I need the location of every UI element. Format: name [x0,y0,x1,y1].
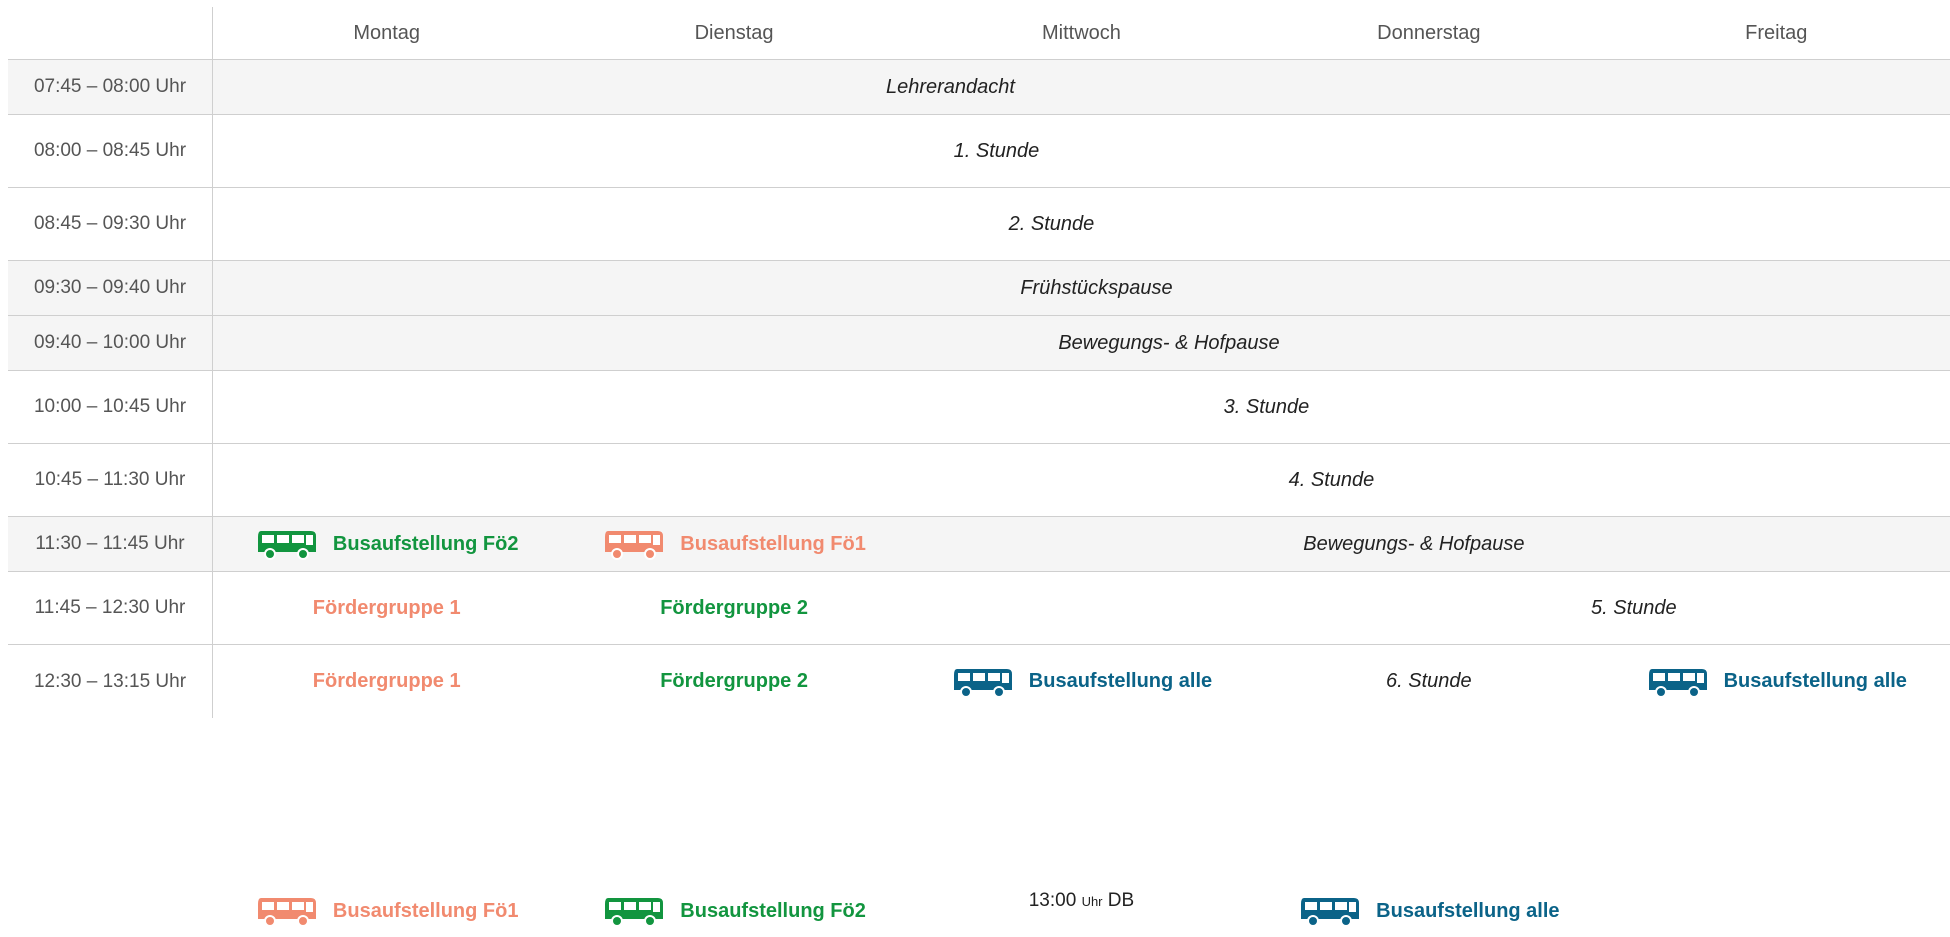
period-lehrerandacht: Lehrerandacht [213,60,1950,115]
bus-label: Busaufstellung alle [1723,670,1907,692]
freitag-cell: Busaufstellung alle [1603,645,1950,718]
header-day-donnerstag: Donnerstag [1255,7,1603,60]
montag-dismissal: Busaufstellung Fö1 [213,886,560,936]
db-note: 13:00 Uhr DB [1028,890,1135,911]
foerdergruppe-1: Fördergruppe 1 [213,572,561,645]
foerdergruppe-2: Fördergruppe 2 [660,670,808,692]
bus-label: Busaufstellung alle [1376,899,1560,922]
bus-icon [953,668,1012,698]
time-cell: 10:45 – 11:30 Uhr [8,444,213,517]
bus-icon [1301,898,1360,927]
foerdergruppe-1: Fördergruppe 1 [312,670,461,692]
bus-entry: Busaufstellung alle [1646,666,1907,698]
header-day-mittwoch: Mittwoch [907,7,1256,60]
bus-icon [257,531,316,560]
bus-label: Busaufstellung Fö2 [680,899,866,922]
time-cell: 09:40 – 10:00 Uhr [8,316,213,371]
bus-icon [605,531,664,560]
bus-entry: Busaufstellung alle [1298,895,1560,927]
mittwoch-dismissal: 13:00 Uhr DB [908,886,1255,936]
period-stunde-2: 2. Stunde [213,188,1950,261]
period-hofpause: Bewegungs- & Hofpause [907,517,1950,572]
bus-label: Busaufstellung Fö1 [332,899,519,922]
bus-label: Busaufstellung alle [1028,670,1213,692]
period-hofpause: Bewegungs- & Hofpause [213,316,1950,371]
time-cell: 08:00 – 08:45 Uhr [8,115,213,188]
period-stunde-5: 5. Stunde [907,572,1950,645]
dienstag-cell: Busaufstellung Fö1 [560,517,908,572]
time-cell: 12:30 – 13:15 Uhr [8,645,213,718]
time-cell: 11:30 – 11:45 Uhr [8,517,213,572]
time-cell: 08:45 – 09:30 Uhr [8,188,213,261]
bus-entry: Busaufstellung Fö2 [255,528,519,560]
time-cell: 07:45 – 08:00 Uhr [8,60,213,115]
dismissal-row: Busaufstellung Fö1 Busaufstellung Fö2 13… [213,886,1950,936]
bus-entry: Busaufstellung Fö1 [602,528,866,560]
bus-label: Busaufstellung Fö2 [332,532,519,555]
dienstag-dismissal: Busaufstellung Fö2 [560,886,907,936]
period-stunde-4: 4. Stunde [213,444,1950,517]
bus-icon [605,898,664,927]
bus-icon [257,898,316,927]
freitag-dismissal [1603,886,1950,936]
period-fruehstueckspause: Frühstückspause [213,261,1950,316]
period-stunde-3: 3. Stunde [213,371,1950,444]
header-day-dienstag: Dienstag [560,7,908,60]
bus-entry: Busaufstellung alle [951,666,1212,698]
time-cell: 11:45 – 12:30 Uhr [8,572,213,645]
header-day-freitag: Freitag [1602,7,1950,60]
bus-entry: Busaufstellung Fö2 [602,895,866,927]
montag-cell: Busaufstellung Fö2 [213,517,561,572]
donnerstag-dismissal: Busaufstellung alle [1255,886,1602,936]
bus-icon [1648,668,1707,698]
header-day-montag: Montag [213,7,561,60]
header-corner [8,7,213,60]
time-cell: 09:30 – 09:40 Uhr [8,261,213,316]
foerdergruppe-2: Fördergruppe 2 [560,572,908,645]
time-cell: 10:00 – 10:45 Uhr [8,371,213,444]
bus-entry: Busaufstellung Fö1 [255,895,519,927]
period-stunde-1: 1. Stunde [213,115,1950,188]
timetable: Montag Dienstag Mittwoch Donnerstag Frei… [8,7,1950,718]
bus-label: Busaufstellung Fö1 [680,532,866,555]
period-stunde-6: 6. Stunde [1386,670,1472,692]
mittwoch-cell: Busaufstellung alle [908,645,1255,718]
